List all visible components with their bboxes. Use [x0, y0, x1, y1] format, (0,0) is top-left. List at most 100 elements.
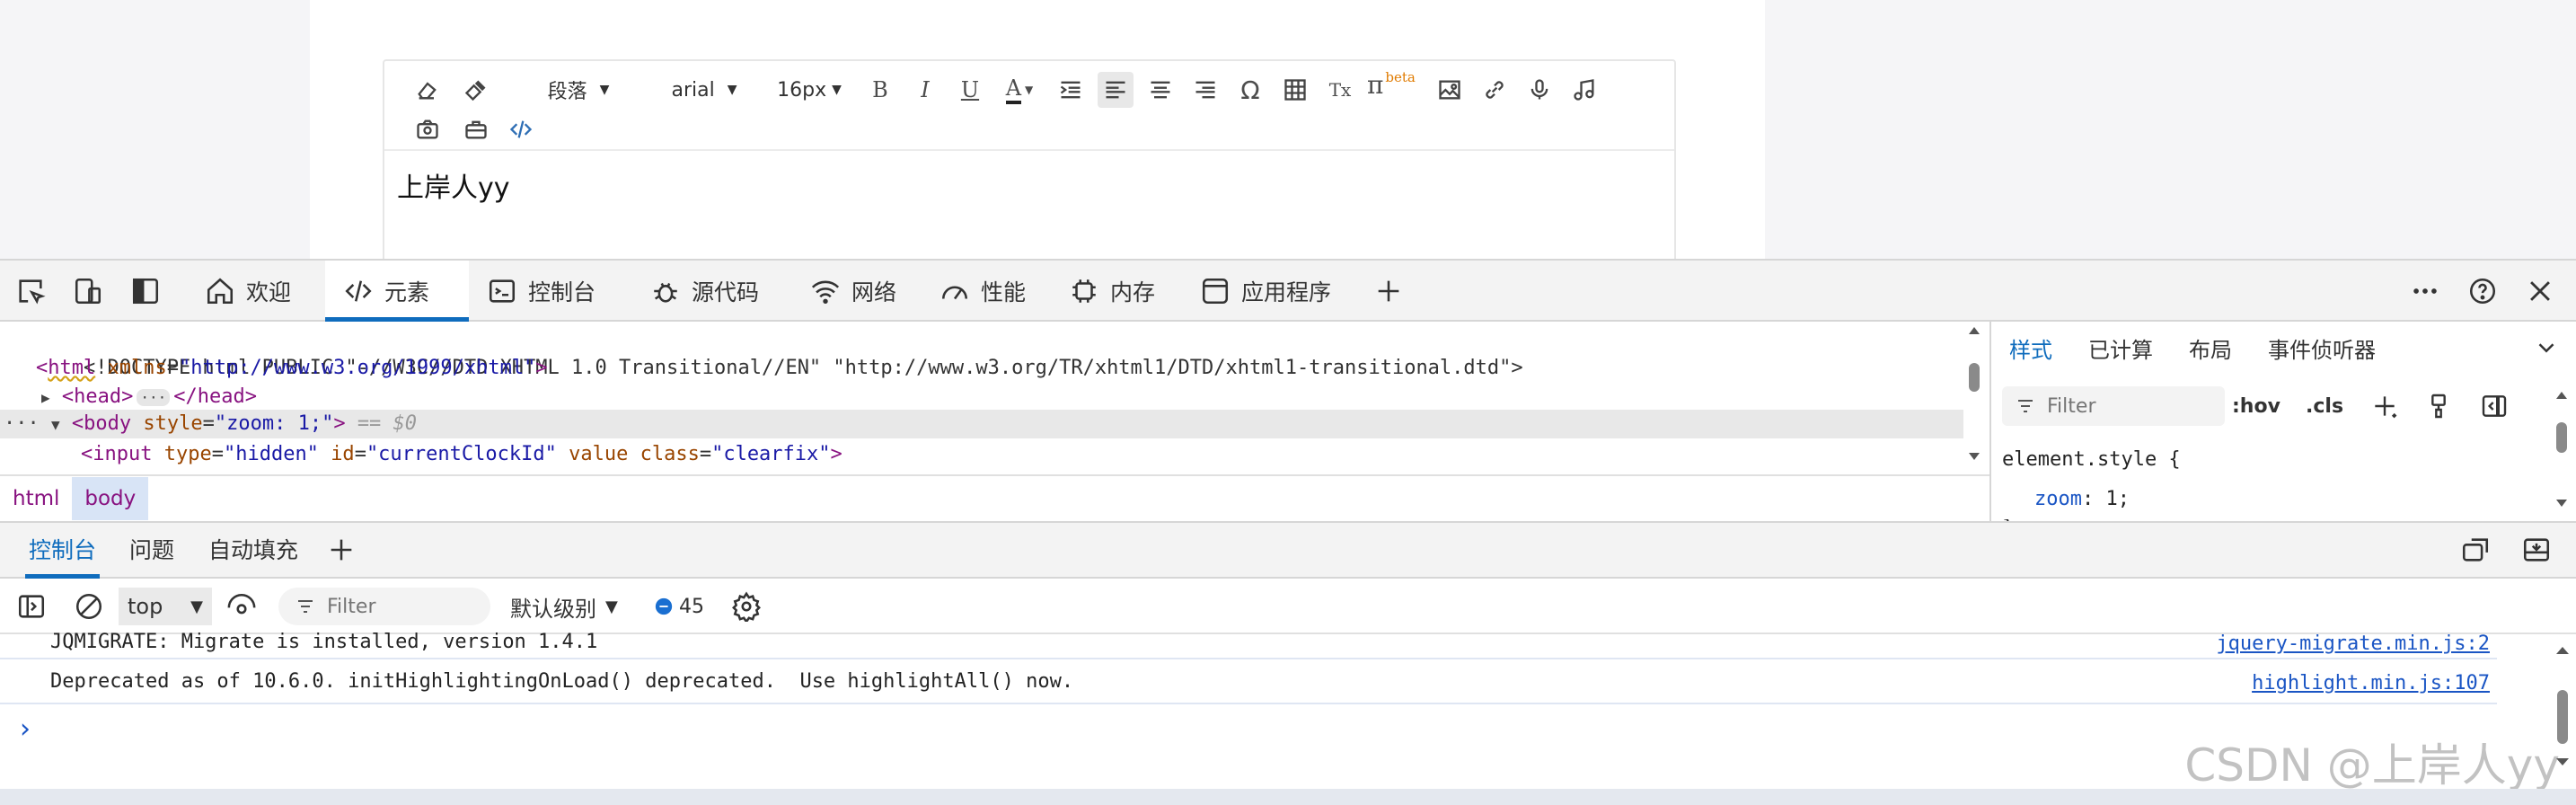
- drawer-tab-console[interactable]: 控制台: [24, 523, 101, 579]
- device-emulation-icon[interactable]: [72, 275, 104, 307]
- toolbox-icon[interactable]: [458, 111, 494, 147]
- styles-scrollbar[interactable]: [2551, 386, 2572, 518]
- input-attr-class: class: [640, 443, 700, 465]
- tab-performance[interactable]: 性能: [940, 261, 1026, 322]
- special-char-button[interactable]: Ω: [1232, 72, 1268, 108]
- font-family-label: arial: [671, 78, 715, 102]
- cls-button[interactable]: .cls: [2306, 390, 2343, 422]
- dom-input[interactable]: <input type="hidden" id="currentClockId"…: [81, 440, 842, 469]
- paint-brush-icon[interactable]: [2424, 390, 2453, 422]
- message-count[interactable]: 45: [654, 588, 704, 625]
- align-right-icon[interactable]: [1187, 72, 1223, 108]
- dom-html[interactable]: <html xmlns="http://www.w3.org/1999/xhtm…: [36, 354, 548, 383]
- console-settings-icon[interactable]: [731, 588, 762, 625]
- input-val-type: "hidden": [223, 443, 319, 465]
- tab-application[interactable]: 应用程序: [1200, 261, 1331, 322]
- chevron-down-icon[interactable]: [2533, 334, 2560, 367]
- italic-button[interactable]: I: [907, 72, 943, 108]
- live-expression-icon[interactable]: [226, 588, 257, 625]
- style-rule[interactable]: element.style { zoom: 1; }: [2002, 440, 2181, 534]
- tab-layout[interactable]: 布局: [2171, 322, 2250, 379]
- drawer-tab-autofill[interactable]: 自动填充: [208, 523, 298, 579]
- console-message[interactable]: Deprecated as of 10.6.0. initHighlightin…: [0, 659, 2497, 704]
- tab-computed[interactable]: 已计算: [2070, 322, 2171, 379]
- styles-filter[interactable]: [2002, 386, 2225, 426]
- add-tab-icon[interactable]: [325, 534, 357, 566]
- tab-network[interactable]: 网络: [810, 261, 896, 322]
- editor-content[interactable]: 上岸人yy: [397, 165, 510, 205]
- tab-elements[interactable]: 元素: [325, 261, 469, 322]
- expand-arrow-icon[interactable]: ▶: [41, 389, 50, 406]
- tab-styles[interactable]: 样式: [1991, 322, 2070, 379]
- hov-button[interactable]: :hov: [2232, 390, 2280, 422]
- close-icon[interactable]: [2524, 275, 2556, 307]
- music-icon[interactable]: [1566, 72, 1602, 108]
- font-family-select[interactable]: arial ▼: [659, 72, 749, 108]
- clear-console-icon[interactable]: [74, 588, 104, 625]
- dock-sidebar-icon[interactable]: [129, 275, 162, 307]
- add-tab-icon[interactable]: [1372, 275, 1405, 307]
- input-attr-type: type: [163, 443, 212, 465]
- new-rule-icon[interactable]: [2370, 390, 2399, 422]
- styles-tabbar: 样式 已计算 布局 事件侦听器: [1991, 322, 2576, 379]
- inspect-element-icon[interactable]: [14, 275, 47, 307]
- tab-sources[interactable]: 源代码: [650, 261, 759, 322]
- console-filter-input[interactable]: [327, 595, 480, 618]
- filter-icon: [298, 600, 313, 613]
- bold-button[interactable]: B: [862, 72, 898, 108]
- font-size-select[interactable]: 16px ▼: [769, 72, 850, 108]
- dom-body[interactable]: ··· ▼ <body style="zoom: 1;"> == $0: [4, 410, 417, 438]
- console-prompt[interactable]: ›: [20, 713, 31, 745]
- more-options-icon[interactable]: [2409, 275, 2441, 307]
- message-source-link[interactable]: highlight.min.js:107: [2252, 672, 2490, 694]
- ellipsis-badge[interactable]: ···: [137, 389, 171, 406]
- filter-icon: [2018, 400, 2033, 412]
- console-filter[interactable]: [278, 588, 490, 625]
- console-message[interactable]: JQMIGRATE: Migrate is installed, version…: [0, 624, 2497, 659]
- microphone-icon[interactable]: [1522, 72, 1557, 108]
- format-painter-icon[interactable]: [458, 72, 494, 108]
- align-left-icon[interactable]: [1098, 72, 1134, 108]
- message-source-link[interactable]: jquery-migrate.min.js:2: [2216, 632, 2490, 655]
- breadcrumb-body[interactable]: body: [72, 477, 149, 520]
- image-icon[interactable]: [1432, 72, 1468, 108]
- breadcrumb-html[interactable]: html: [0, 477, 72, 520]
- rule-value[interactable]: 1;: [2105, 488, 2130, 510]
- formula-button[interactable]: π beta: [1367, 66, 1421, 102]
- styles-filter-input[interactable]: [2047, 394, 2209, 418]
- head-close: </head>: [173, 385, 257, 408]
- dom-head[interactable]: ▶ <head> ··· </head>: [41, 383, 257, 411]
- elements-scrollbar[interactable]: [1963, 322, 1985, 474]
- undock-icon[interactable]: [2459, 534, 2492, 566]
- toggle-sidebar-icon[interactable]: [2480, 390, 2509, 422]
- more-dots-icon[interactable]: ···: [4, 412, 40, 435]
- context-select[interactable]: top ▼: [119, 588, 212, 625]
- log-level-select[interactable]: 默认级别 ▼: [510, 588, 618, 625]
- camera-icon[interactable]: [410, 111, 446, 147]
- chevron-down-icon: ▼: [190, 597, 203, 616]
- collapse-arrow-icon[interactable]: ▼: [51, 416, 60, 433]
- clear-format-icon: Tx: [1328, 79, 1352, 101]
- underline-button[interactable]: U: [952, 72, 988, 108]
- tab-console[interactable]: 控制台: [487, 261, 595, 322]
- code-icon[interactable]: [503, 111, 539, 147]
- application-icon: [1202, 278, 1229, 305]
- rule-property[interactable]: zoom: [2034, 488, 2082, 510]
- align-center-icon[interactable]: [1142, 72, 1178, 108]
- clear-format-button[interactable]: Tx: [1322, 72, 1358, 108]
- indent-icon[interactable]: [1053, 72, 1089, 108]
- tab-welcome[interactable]: 欢迎: [205, 261, 291, 322]
- help-icon[interactable]: [2466, 275, 2499, 307]
- dom-doctype[interactable]: <!DOCTYPE html PUBLIC "-//W3C//DTD XHTML…: [36, 325, 1523, 379]
- link-icon[interactable]: [1477, 72, 1513, 108]
- tab-memory[interactable]: 内存: [1069, 261, 1155, 322]
- tab-event-listeners[interactable]: 事件侦听器: [2250, 322, 2394, 379]
- close-drawer-icon[interactable]: [2520, 534, 2553, 566]
- drawer-tab-issues[interactable]: 问题: [129, 523, 174, 579]
- font-color-button[interactable]: A ▼: [995, 72, 1044, 108]
- console-sidebar-icon[interactable]: [16, 588, 47, 625]
- paragraph-select[interactable]: 段落 ▼: [534, 72, 623, 108]
- table-icon[interactable]: [1277, 72, 1313, 108]
- chevron-down-icon: ▼: [605, 597, 618, 616]
- eraser-icon[interactable]: [410, 72, 446, 108]
